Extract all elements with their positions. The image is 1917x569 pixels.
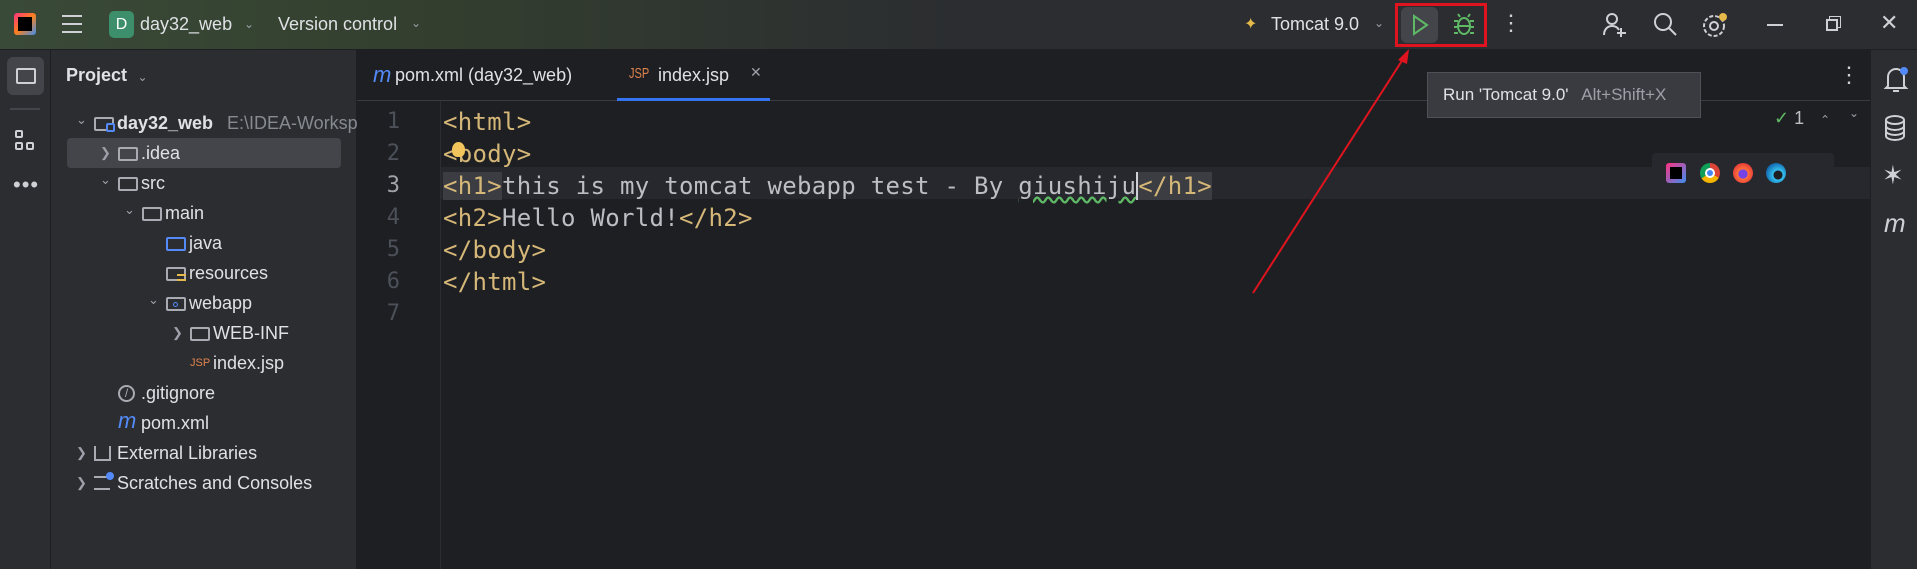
annotation-arrow: [1252, 49, 1409, 294]
